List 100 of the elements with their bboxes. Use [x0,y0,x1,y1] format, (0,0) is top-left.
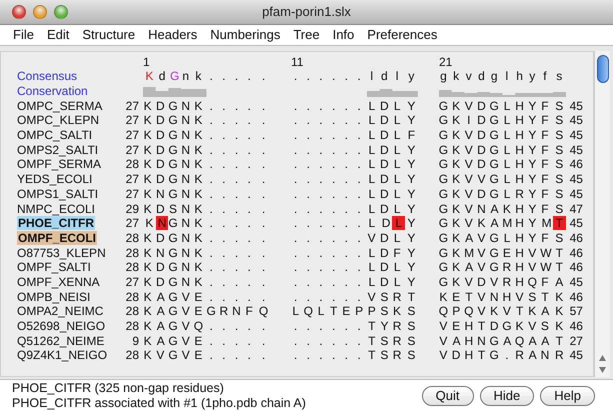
sequence-residues: K A G V E G R N F Q [143,304,270,318]
sequence-name[interactable]: OMPF_SALTI [17,260,91,274]
sequence-name[interactable]: OMPB_NEISI [17,290,90,304]
end-number: 46 [570,244,583,262]
sequence-name[interactable]: O52698_NEIGO [17,319,106,334]
menu-item[interactable]: Structure [82,25,136,45]
start-number: 27 [124,127,139,144]
sequence-residues: . . . . . . L D L Y [292,274,416,289]
sequence-name[interactable]: OMPF_ECOLI [17,230,98,245]
end-number: 45 [570,171,583,188]
sequence-residues: . . . . . . T S R S [292,334,416,348]
sequence-residues: K D G N K . . . . . [143,157,266,172]
menu-item[interactable]: Preferences [367,25,438,45]
sequence-name[interactable]: Q9Z4K1_NEIGO [17,348,108,362]
sequence-residues: K A G V E . . . . . [143,334,266,348]
end-number: 46 [570,230,583,247]
menu-item[interactable]: Numberings [210,25,280,45]
end-number: 46 [570,288,583,306]
end-number: 45 [570,274,583,291]
zoom-icon[interactable] [54,5,68,19]
scroll-up-icon[interactable] [599,355,606,361]
consensus-label: Consensus [17,68,78,86]
sequence-residues: G K V N A K H Y F S [438,202,564,216]
dialog-button[interactable]: Help [540,386,595,406]
conservation-histogram [143,86,206,97]
menu-item[interactable]: Headers [148,25,198,45]
sequence-residues: G K M V G E H V W T [438,246,564,260]
dialog-button[interactable]: Hide [480,386,534,406]
status-text: PHOE_CITFR associated with #1 (1pho.pdb chain A) [12,396,307,410]
sequence-name[interactable]: OMPA2_NEIMC [17,304,104,318]
sequence-residues: K D G N K . . . . . [143,113,266,128]
end-number: 45 [570,112,583,130]
sequence-residues: . . . . . . L D L F [292,128,416,142]
sequence-residues: K D G N K . . . . . [143,230,266,245]
consensus-residues: K d G n k . . . . . [144,69,266,84]
sequence-name[interactable]: OMPS2_SALTI [17,142,98,157]
sequence-residues: K D G N K . . . . . [143,98,266,113]
dialog-button[interactable]: Quit [422,386,474,406]
menu-item[interactable]: Edit [46,25,70,45]
sequence-residues: K N G N K . . . . . [143,186,266,201]
end-number: 45 [570,142,583,159]
menu-item[interactable]: Tree [293,25,320,45]
sequence-residues: G K V D G L H Y F S [438,98,564,113]
end-number: 46 [570,259,583,276]
sequence-residues: K V G V E . . . . . [143,348,266,362]
sequence-name[interactable]: OMPC_SALTI [17,128,92,142]
sequence-residues: V D H T G . R A N R [438,348,565,362]
sequence-name[interactable]: OMPF_XENNA [17,274,100,289]
sequence-name[interactable]: NMPC_ECOLI [17,202,96,216]
window-title: pfam-porin1.slx [262,3,351,22]
consensus-residues: g k v d g l h y f s [439,69,564,84]
scroll-down-icon[interactable] [599,367,606,373]
start-number: 27 [124,142,139,159]
start-number: 28 [124,259,139,276]
menu-item[interactable]: File [13,25,34,45]
menu-item[interactable]: Info [332,25,354,45]
sequence-name[interactable]: YEDS_ECOLI [17,172,92,186]
end-number: 45 [570,127,583,144]
start-number: 27 [124,215,139,232]
sequence-residues: K A G V E . . . . . [143,290,266,304]
position-number: 11 [291,55,304,69]
sequence-residues: K D G N K . . . . . [143,128,266,142]
scrollbar[interactable] [594,51,610,377]
sequence-residues: K D S N K . . . . . [143,202,266,216]
consensus-residues: . . . . . . l d l y [292,69,416,84]
start-number: 28 [124,318,139,336]
sequence-name[interactable]: OMPC_KLEPN [17,113,100,128]
sequence-residues: G K A V G R H V W T [438,260,564,274]
start-number: 28 [124,244,139,262]
sequence-name[interactable]: OMPC_SERMA [17,98,102,113]
sequence-residues: . . . . . . L D L Y [292,202,416,216]
sequence-residues: V A H N G A Q A A T [438,334,564,348]
sequence-residues: G K V D V R H Q F A [438,274,564,289]
end-number: 47 [570,200,583,218]
sequence-residues: G K V D G L H Y F S [438,142,564,157]
sequence-name[interactable]: OMPS1_SALTI [17,186,98,201]
end-number: 45 [570,186,583,203]
start-number: 27 [124,186,139,203]
end-number: 27 [570,332,583,350]
sequence-name[interactable]: OMPF_SERMA [17,157,102,172]
start-number: 27 [124,112,139,130]
sequence-residues: G K I D G L H Y F S [438,113,564,128]
sequence-residues: . . . . . . L D L Y [292,186,416,201]
sequence-name[interactable]: O87753_KLEPN [17,246,106,260]
sequence-residues: G K V D G L R Y F S [438,186,564,201]
sequence-residues: . . . . . . L D L Y [292,216,416,230]
minimize-icon[interactable] [33,5,47,19]
sequence-residues: L Q L T E P P S K S [291,304,416,318]
sequence-name[interactable]: PHOE_CITFR [17,216,96,230]
sequence-name[interactable]: Q51262_NEIME [17,334,104,348]
close-icon[interactable] [12,5,26,19]
scrollbar-thumb[interactable] [596,55,608,83]
sequence-residues: K A G V Q . . . . . [143,319,266,334]
sequence-residues: V E H T D G K V S K [438,319,564,334]
start-number: 28 [124,156,139,174]
sequence-residues: . . . . . . V S R T [292,290,416,304]
sequence-residues: G K A V G L H Y F S [438,230,564,245]
sequence-residues: K N G N K . . . . . [144,216,266,230]
sequence-residues: G K V K A M H Y M T [438,216,566,230]
end-number: 45 [570,347,583,364]
